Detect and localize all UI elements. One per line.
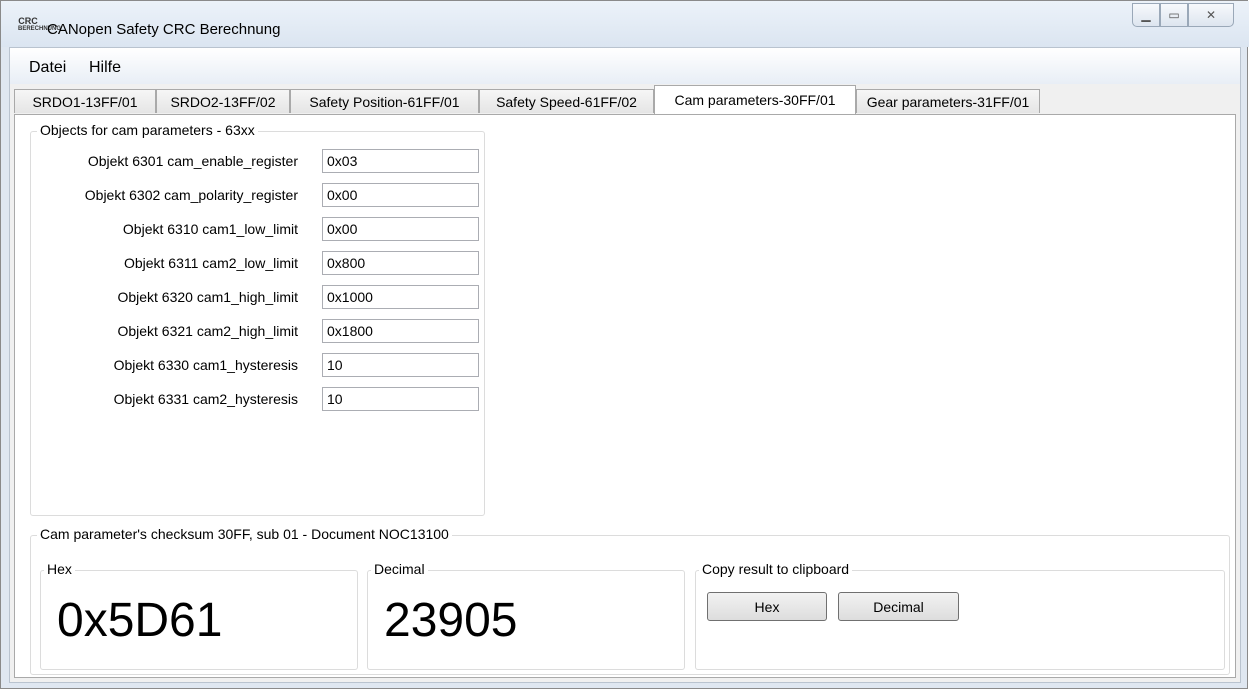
row-label: Objekt 6311 cam2_low_limit — [123, 255, 298, 271]
menu-bar: Datei Hilfe — [10, 48, 1240, 84]
close-button[interactable]: ✕ — [1188, 3, 1234, 27]
minimize-icon: ▁ — [1141, 8, 1151, 22]
tab-safety-position[interactable]: Safety Position-61FF/01 — [290, 89, 479, 113]
hex-result-title: Hex — [44, 561, 75, 577]
cam-enable-register-input[interactable] — [322, 149, 479, 173]
cam1-high-limit-input[interactable] — [322, 285, 479, 309]
tab-srdo1[interactable]: SRDO1-13FF/01 — [14, 89, 156, 113]
app-icon-subtext: BERECHNUNG — [18, 26, 62, 32]
checksum-group-title: Cam parameter's checksum 30FF, sub 01 - … — [37, 526, 452, 542]
decimal-result-title: Decimal — [371, 561, 428, 577]
window-title: CANopen Safety CRC Berechnung — [47, 21, 281, 38]
row-label: Objekt 6321 cam2_high_limit — [117, 323, 298, 339]
title-bar[interactable]: CRC BERECHNUNG CANopen Safety CRC Berech… — [1, 1, 1249, 47]
cam2-low-limit-input[interactable] — [322, 251, 479, 275]
cam2-hysteresis-input[interactable] — [322, 387, 479, 411]
cam-polarity-register-input[interactable] — [322, 183, 479, 207]
app-icon: CRC BERECHNUNG — [18, 16, 62, 35]
app-window: CRC BERECHNUNG CANopen Safety CRC Berech… — [0, 0, 1249, 689]
menu-hilfe[interactable]: Hilfe — [89, 59, 121, 77]
close-icon: ✕ — [1205, 8, 1217, 22]
hex-checksum-value: 0x5D61 — [57, 594, 223, 647]
copy-clipboard-box: Copy result to clipboard Hex Decimal — [695, 561, 1225, 670]
minimize-button[interactable]: ▁ — [1132, 3, 1160, 27]
copy-clipboard-title: Copy result to clipboard — [699, 561, 853, 577]
row-label: Objekt 6310 cam1_low_limit — [122, 221, 298, 237]
decimal-result-box: Decimal 23905 — [367, 561, 685, 670]
cam1-low-limit-input[interactable] — [322, 217, 479, 241]
hex-result-box: Hex 0x5D61 — [40, 561, 358, 670]
tab-srdo2[interactable]: SRDO2-13FF/02 — [156, 89, 290, 113]
decimal-checksum-value: 23905 — [384, 594, 518, 647]
cam1-hysteresis-input[interactable] — [322, 353, 479, 377]
row-label: Objekt 6331 cam2_hysteresis — [113, 391, 298, 407]
row-label: Objekt 6302 cam_polarity_register — [84, 187, 298, 203]
maximize-icon: ▭ — [1168, 8, 1180, 22]
window-controls: ▁ ▭ ✕ — [1132, 3, 1234, 27]
row-label: Objekt 6320 cam1_high_limit — [117, 289, 298, 305]
objects-groupbox: Objects for cam parameters - 63xx Objekt… — [30, 122, 485, 516]
menu-datei[interactable]: Datei — [29, 59, 66, 77]
checksum-groupbox: Cam parameter's checksum 30FF, sub 01 - … — [30, 526, 1230, 675]
tab-safety-speed[interactable]: Safety Speed-61FF/02 — [479, 89, 654, 113]
tab-cam-parameters[interactable]: Cam parameters-30FF/01 — [654, 85, 856, 114]
copy-hex-button[interactable]: Hex — [707, 592, 827, 621]
app-icon-text: CRC — [18, 16, 38, 26]
maximize-button[interactable]: ▭ — [1160, 3, 1188, 27]
objects-group-title: Objects for cam parameters - 63xx — [37, 122, 258, 138]
row-label: Objekt 6301 cam_enable_register — [87, 153, 298, 169]
copy-decimal-button[interactable]: Decimal — [838, 592, 959, 621]
tab-panel-cam-parameters: Objects for cam parameters - 63xx Objekt… — [14, 114, 1236, 678]
row-label: Objekt 6330 cam1_hysteresis — [113, 357, 298, 373]
tab-gear-parameters[interactable]: Gear parameters-31FF/01 — [856, 89, 1040, 113]
cam2-high-limit-input[interactable] — [322, 319, 479, 343]
client-area: Datei Hilfe SRDO1-13FF/01 SRDO2-13FF/02 … — [9, 47, 1241, 683]
